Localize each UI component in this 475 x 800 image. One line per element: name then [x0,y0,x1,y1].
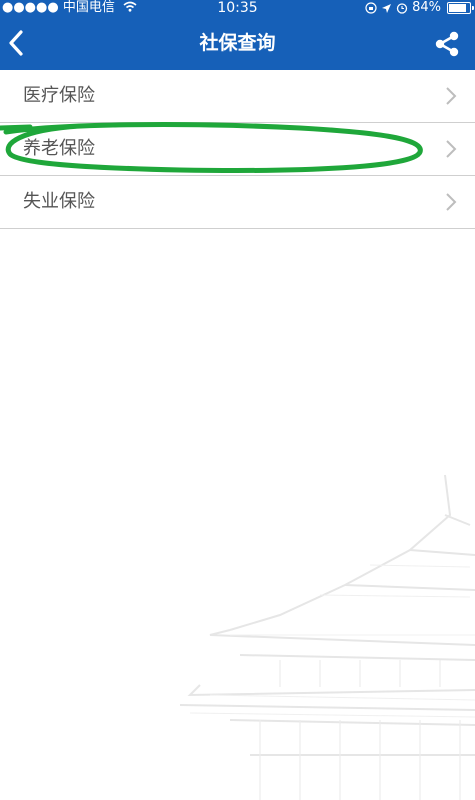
status-bar: ●●●●● 中国电信 10:35 84% [0,0,475,16]
menu-item-unemployment-insurance[interactable]: 失业保险 [0,176,475,229]
rotation-lock-icon [365,2,377,14]
battery-fill [449,4,466,12]
share-icon [435,31,459,57]
menu-item-medical-insurance[interactable]: 医疗保险 [0,70,475,123]
status-right: 84% [365,0,474,16]
chevron-right-icon [446,193,457,211]
location-arrow-icon [382,3,392,13]
battery-icon [447,2,474,14]
menu-item-label: 失业保险 [23,191,95,212]
insurance-menu: 医疗保险 养老保险 失业保险 [0,70,475,229]
battery-tip [472,6,474,10]
battery-percent: 84% [412,0,441,15]
share-button[interactable] [433,30,461,58]
menu-item-label: 养老保险 [23,138,95,159]
alarm-icon [396,3,408,14]
pavilion-watermark [179,474,475,800]
page-title: 社保查询 [199,32,276,54]
chevron-right-icon [446,87,457,105]
nav-bar: 社保查询 [0,16,475,70]
menu-item-pension-insurance[interactable]: 养老保险 [0,123,475,176]
chevron-right-icon [446,140,457,158]
menu-item-label: 医疗保险 [23,85,95,106]
app-header: ●●●●● 中国电信 10:35 84% 社保查询 [0,0,475,70]
